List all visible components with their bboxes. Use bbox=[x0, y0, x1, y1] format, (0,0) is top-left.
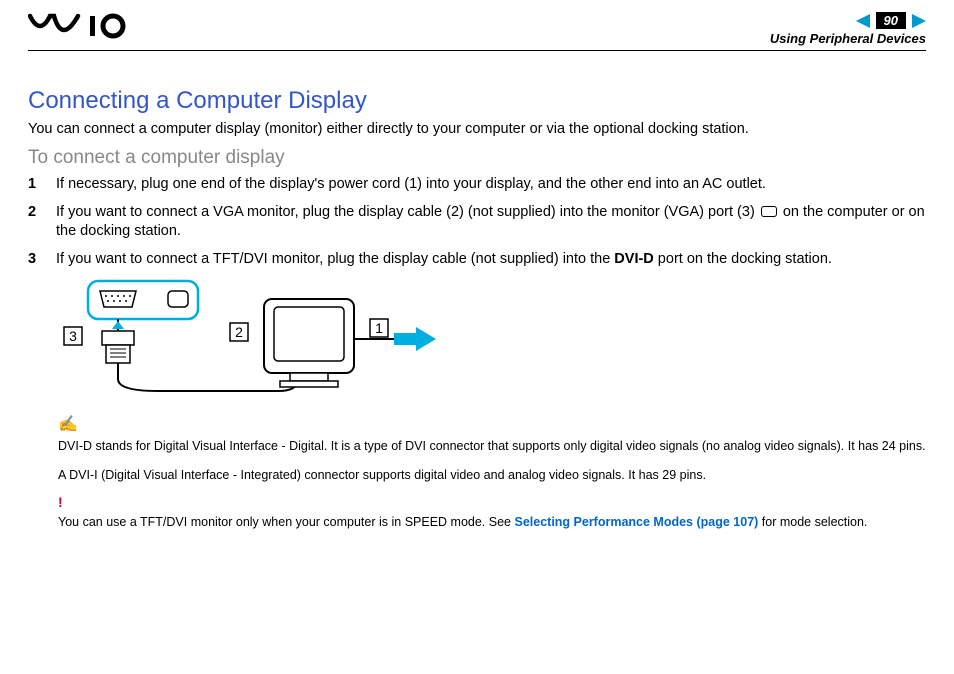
note-2: A DVI-I (Digital Visual Interface - Inte… bbox=[58, 467, 926, 484]
page-number: 90 bbox=[876, 12, 906, 29]
note-1: DVI-D stands for Digital Visual Interfac… bbox=[58, 438, 926, 455]
step-3-text-c: port on the docking station. bbox=[654, 251, 832, 267]
step-3-text-a: If you want to connect a TFT/DVI monitor… bbox=[56, 251, 614, 267]
vga-port-icon bbox=[761, 206, 777, 217]
diagram-label-3: 3 bbox=[69, 328, 77, 344]
warning-text: You can use a TFT/DVI monitor only when … bbox=[58, 514, 926, 531]
section-name: Using Peripheral Devices bbox=[770, 31, 926, 46]
warning-post: for mode selection. bbox=[758, 515, 867, 529]
step-1: If necessary, plug one end of the displa… bbox=[28, 175, 926, 195]
procedure-subtitle: To connect a computer display bbox=[28, 147, 926, 169]
vaio-logo bbox=[28, 12, 138, 45]
warning-icon: ! bbox=[58, 494, 926, 510]
note-icon: ✍ bbox=[58, 414, 926, 434]
step-2-text-a: If you want to connect a VGA monitor, pl… bbox=[56, 204, 759, 220]
page-header: 90 Using Peripheral Devices bbox=[28, 12, 926, 51]
lead-text: You can connect a computer display (moni… bbox=[28, 121, 926, 137]
step-3: If you want to connect a TFT/DVI monitor… bbox=[28, 250, 926, 270]
warning-pre: You can use a TFT/DVI monitor only when … bbox=[58, 515, 514, 529]
step-2: If you want to connect a VGA monitor, pl… bbox=[28, 203, 926, 242]
performance-modes-link[interactable]: Selecting Performance Modes (page 107) bbox=[514, 515, 758, 529]
connection-diagram: 3 2 1 bbox=[58, 279, 926, 404]
next-page-arrow-icon[interactable] bbox=[912, 14, 926, 28]
page-title: Connecting a Computer Display bbox=[28, 87, 926, 115]
diagram-label-1: 1 bbox=[375, 320, 383, 336]
prev-page-arrow-icon[interactable] bbox=[856, 14, 870, 28]
steps-list: If necessary, plug one end of the displa… bbox=[28, 175, 926, 269]
diagram-label-2: 2 bbox=[235, 324, 243, 340]
step-3-bold: DVI-D bbox=[614, 251, 653, 267]
